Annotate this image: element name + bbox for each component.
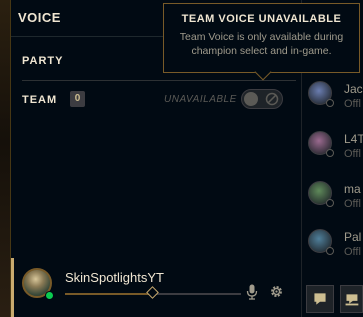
friend-item[interactable]: Pal Offl	[302, 229, 363, 279]
party-label[interactable]: PARTY	[22, 55, 63, 67]
offline-status-icon	[326, 99, 334, 107]
chat-button[interactable]	[306, 285, 334, 313]
friend-name: Jac	[344, 82, 363, 96]
friend-status-text: Offl	[344, 198, 361, 210]
user-bar: SkinSpotlightsYT	[11, 258, 301, 317]
tooltip: TEAM VOICE UNAVAILABLE Team Voice is onl…	[163, 3, 360, 73]
friend-item[interactable]: ma Offl	[302, 181, 363, 231]
blocked-icon	[265, 92, 279, 106]
tooltip-body: Team Voice is only available during cham…	[179, 31, 344, 57]
friend-status-text: Offl	[344, 98, 361, 110]
user-accent-bar	[11, 258, 14, 317]
volume-thumb[interactable]	[146, 286, 159, 299]
offline-status-icon	[326, 247, 334, 255]
tooltip-title: TEAM VOICE UNAVAILABLE	[181, 13, 342, 25]
volume-slider[interactable]	[65, 286, 241, 299]
volume-fill	[65, 293, 153, 295]
user-name: SkinSpotlightsYT	[65, 270, 164, 285]
offline-status-icon	[326, 199, 334, 207]
team-voice-toggle[interactable]	[241, 89, 283, 109]
online-status-dot	[45, 291, 54, 300]
team-count-badge: 0	[70, 91, 85, 107]
gear-icon[interactable]	[269, 284, 284, 299]
friend-item[interactable]: Jac Offl	[302, 81, 363, 131]
chat-panel-icon	[345, 294, 359, 306]
chat-bubble-icon	[314, 293, 326, 305]
team-label: TEAM	[22, 94, 58, 106]
team-status-text: UNAVAILABLE	[164, 94, 237, 105]
friend-item[interactable]: L4T Offl	[302, 131, 363, 181]
friend-status-text: Offl	[344, 246, 361, 258]
party-divider	[22, 80, 296, 81]
friend-status-text: Offl	[344, 148, 361, 160]
microphone-icon[interactable]	[246, 284, 258, 300]
offline-status-icon	[326, 149, 334, 157]
friend-name: L4T	[344, 132, 363, 146]
friend-name: Pal	[344, 230, 362, 244]
toggle-knob	[244, 92, 258, 106]
friend-name: ma	[344, 182, 361, 196]
voice-title: VOICE	[18, 10, 61, 25]
chat-toggle-button[interactable]	[340, 285, 363, 313]
